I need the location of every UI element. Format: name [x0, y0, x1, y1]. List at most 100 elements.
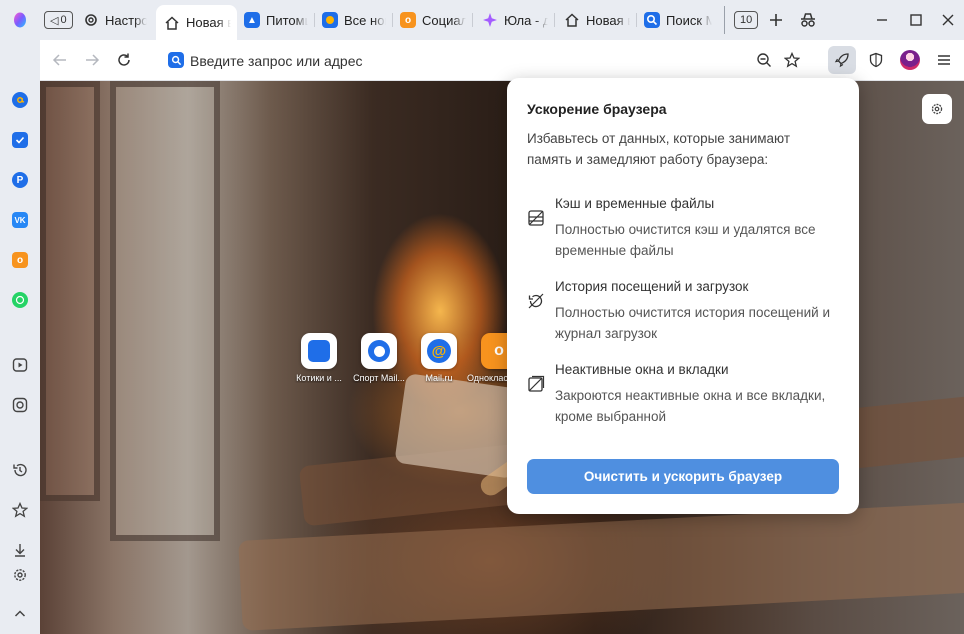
shield-icon [869, 52, 883, 68]
download-icon [15, 544, 25, 557]
speed-dial-tile[interactable]: Спорт Mail... [347, 333, 411, 383]
youla-icon [482, 12, 498, 28]
tabs-close-icon [528, 375, 545, 392]
tab-separator [472, 13, 473, 27]
history-icon [13, 463, 27, 477]
soccer-ball-icon [361, 333, 397, 369]
gear-icon [83, 12, 99, 28]
sidebar-item-vk[interactable]: VK [10, 210, 30, 230]
sidebar-item-history[interactable] [10, 460, 30, 480]
tab-new-tab-active[interactable]: Новая вкладка [156, 5, 237, 40]
arrow-right-icon [86, 54, 100, 66]
star-icon [12, 502, 28, 518]
browser-boost-popup: Ускорение браузера Избавьтесь от данных,… [507, 78, 859, 514]
whatsapp-icon [12, 292, 28, 308]
boost-item-heading: Кэш и временные файлы [555, 196, 715, 211]
chevron-up-icon [14, 610, 26, 617]
tab-group-counter[interactable]: ◁ 0 [44, 11, 73, 29]
sidebar-item-ok[interactable]: о [10, 250, 30, 270]
avatar [900, 50, 920, 70]
tile-label: Котики и ... [296, 373, 342, 383]
browser-boost-button[interactable] [828, 46, 856, 74]
tab-pets[interactable]: ▲ Питомцы [236, 5, 314, 35]
sidebar-item-mail[interactable] [10, 90, 30, 110]
tab-title: Юла - доска объявлений [504, 12, 548, 28]
clean-and-boost-button[interactable]: Очистить и ускорить браузер [527, 459, 839, 494]
sidebar-item-video[interactable] [10, 355, 30, 375]
tab-title: Поиск Mail [666, 12, 712, 28]
back-button[interactable] [46, 46, 74, 74]
tab-all-news[interactable]: Все новости [314, 5, 392, 35]
forward-button[interactable] [78, 46, 106, 74]
checkbox-icon [12, 132, 28, 148]
home-icon [564, 12, 580, 28]
reload-button[interactable] [110, 46, 138, 74]
sidebar-item-whatsapp[interactable] [10, 290, 30, 310]
maximize-button[interactable] [902, 6, 930, 34]
arrow-left-icon [52, 54, 66, 66]
sidebar-item-settings[interactable] [10, 565, 30, 585]
sidebar-item-bookmarks[interactable] [10, 500, 30, 520]
tab-counter-right-value: 10 [740, 14, 753, 26]
gear-icon [931, 103, 943, 115]
sidebar-collapse-button[interactable] [10, 604, 30, 624]
sidebar-item-downloads[interactable] [10, 540, 30, 560]
boost-item-detail: Полностью очистится история посещений и … [555, 305, 831, 341]
browser-logo[interactable] [6, 6, 34, 34]
sidebar-item-tasks[interactable] [10, 130, 30, 150]
page-settings-button[interactable] [922, 94, 952, 124]
home-icon [164, 15, 180, 31]
new-tab-button[interactable] [762, 6, 790, 34]
tab-search-mail[interactable]: Поиск Mail [636, 5, 718, 35]
rocket-icon [834, 53, 849, 68]
tab-group-counter-2[interactable]: 10 [734, 11, 759, 29]
boost-item-heading: История посещений и загрузок [555, 279, 749, 294]
bookmark-button[interactable] [778, 46, 806, 74]
boost-item-detail: Полностью очистится кэш и удалятся все в… [555, 222, 816, 258]
cats-icon [301, 333, 337, 369]
address-input[interactable] [190, 50, 750, 72]
gear-icon [14, 569, 26, 581]
mail-icon: @ [421, 333, 457, 369]
tab-social[interactable]: о Социальные сети [392, 5, 472, 35]
speed-dial-tile[interactable]: Котики и ... [287, 333, 351, 383]
reload-icon [118, 53, 130, 66]
zoom-out-icon [757, 53, 771, 67]
profile-button[interactable] [896, 46, 924, 74]
address-toolbar [40, 40, 964, 81]
instagram-icon [12, 397, 28, 413]
boost-item-detail: Закроются неактивные окна и все вкладки,… [555, 388, 826, 424]
vk-icon: VK [12, 212, 28, 228]
sidebar: P VK о [0, 40, 40, 634]
tab-title: Питомцы [266, 12, 308, 28]
speed-dial-tile[interactable]: @ Mail.ru [407, 333, 471, 383]
history-clear-icon [528, 293, 544, 309]
tab-separator [724, 6, 725, 34]
hamburger-icon [938, 55, 950, 65]
menu-button[interactable] [930, 46, 958, 74]
close-button[interactable] [934, 6, 962, 34]
tab-new-tab-2[interactable]: Новая вкладка [556, 5, 636, 35]
tab-separator [554, 13, 555, 27]
incognito-icon[interactable] [794, 6, 822, 34]
sidebar-item-pay[interactable]: P [10, 170, 30, 190]
cache-icon [528, 210, 544, 226]
boost-item-heading: Неактивные окна и вкладки [555, 362, 729, 377]
protection-button[interactable] [862, 46, 890, 74]
tab-settings[interactable]: Настройки [75, 5, 153, 35]
tab-title: Новая вкладка [186, 15, 231, 30]
pay-icon: P [12, 172, 28, 188]
mail-icon [12, 92, 28, 108]
news-icon [322, 12, 338, 28]
ok-icon: о [12, 252, 28, 268]
play-icon [12, 358, 28, 372]
tile-label: Mail.ru [425, 373, 453, 383]
sidebar-item-instagram[interactable] [10, 395, 30, 415]
pets-icon: ▲ [244, 12, 260, 28]
tile-label: Спорт Mail... [353, 373, 405, 383]
tab-title: Социальные сети [422, 12, 466, 28]
search-engine-icon [168, 52, 184, 68]
tab-youla[interactable]: Юла - доска объявлений [474, 5, 554, 35]
zoom-button[interactable] [750, 46, 778, 74]
minimize-button[interactable] [868, 6, 896, 34]
